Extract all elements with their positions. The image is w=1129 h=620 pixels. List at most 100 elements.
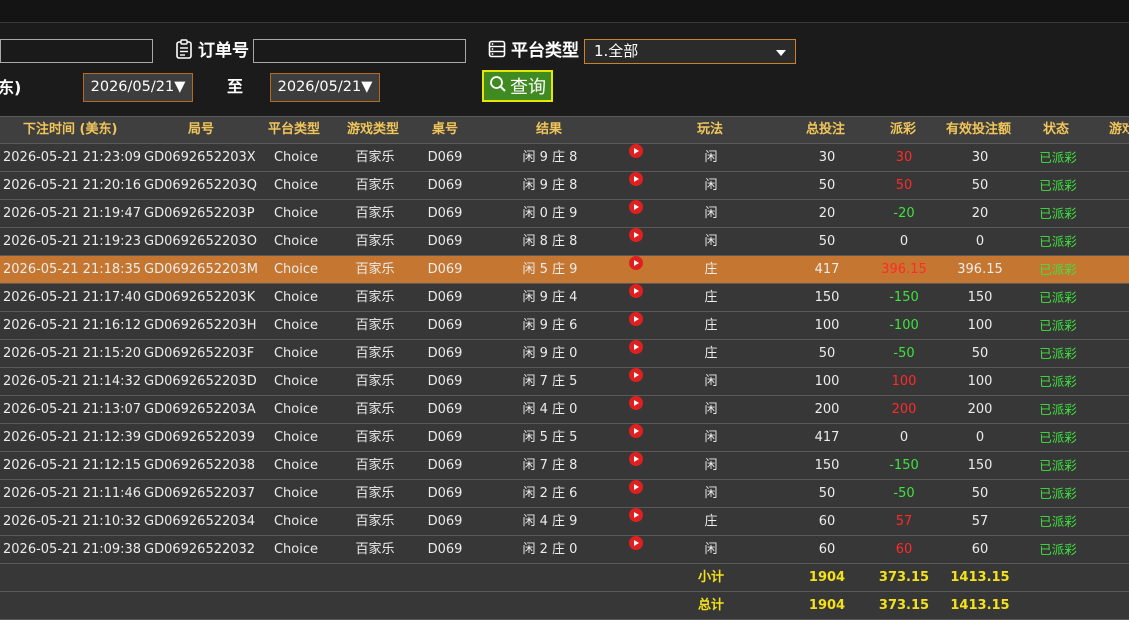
- result-cell: 闲 9 庄 8: [522, 150, 578, 165]
- video-replay-icon[interactable]: [629, 228, 643, 242]
- chevron-down-icon: [776, 50, 786, 56]
- video-replay-icon[interactable]: [629, 424, 643, 438]
- total-bet-cell: 60: [818, 542, 836, 557]
- video-replay-icon[interactable]: [629, 144, 643, 158]
- table-row[interactable]: 2026-05-21 21:14:32 GD0692652203D Choice 百家…: [0, 368, 1129, 396]
- date-from-picker[interactable]: 2026/05/21▼: [83, 73, 193, 102]
- platform-type-value: 1.全部: [594, 42, 639, 60]
- video-replay-icon[interactable]: [629, 284, 643, 298]
- platform-cell: Choice: [273, 346, 319, 361]
- bet-type-cell: 闲: [704, 374, 718, 389]
- table-no-cell: D069: [427, 262, 463, 277]
- total-bet-cell: 50: [818, 234, 836, 249]
- bet-type-cell: 闲: [704, 430, 718, 445]
- date-to-picker[interactable]: 2026/05/21▼: [270, 73, 380, 102]
- table-no-cell: D069: [427, 206, 463, 221]
- valid-bet-cell: 50: [971, 486, 989, 501]
- total-bet-cell: 50: [818, 486, 836, 501]
- bet-time-cell: 2026-05-21 21:14:32: [3, 374, 142, 389]
- table-row[interactable]: 2026-05-21 21:15:20 GD0692652203F Choice 百家…: [0, 340, 1129, 368]
- status-cell: 已派彩: [1039, 542, 1077, 557]
- table-row[interactable]: 2026-05-21 21:17:40 GD0692652203K Choice 百家…: [0, 284, 1129, 312]
- payout-cell: 30: [895, 150, 913, 165]
- round-id-cell: GD0692652203F: [144, 346, 255, 361]
- video-replay-icon[interactable]: [629, 172, 643, 186]
- header-game: 游戏: [1109, 122, 1129, 137]
- game-type-cell: 百家乐: [355, 318, 395, 333]
- table-row[interactable]: 2026-05-21 21:09:38 GD06926522032 Choice 百家…: [0, 536, 1129, 564]
- table-no-cell: D069: [427, 514, 463, 529]
- video-replay-icon[interactable]: [629, 256, 643, 270]
- video-replay-icon[interactable]: [629, 536, 643, 550]
- status-cell: 已派彩: [1039, 318, 1077, 333]
- header-game-type: 游戏类型: [347, 122, 400, 137]
- result-cell: 闲 2 庄 6: [522, 486, 578, 501]
- bet-time-cell: 2026-05-21 21:09:38: [3, 542, 142, 557]
- game-type-cell: 百家乐: [355, 542, 395, 557]
- table-row[interactable]: 2026-05-21 21:19:47 GD0692652203P Choice 百家…: [0, 200, 1129, 228]
- table-row[interactable]: 2026-05-21 21:16:12 GD0692652203H Choice 百家…: [0, 312, 1129, 340]
- valid-bet-cell: 57: [971, 514, 989, 529]
- table-row[interactable]: 2026-05-21 21:10:32 GD06926522034 Choice 百家…: [0, 508, 1129, 536]
- total-bet-cell: 417: [814, 430, 840, 445]
- order-number-label: 订单号: [175, 36, 249, 61]
- bet-time-cell: 2026-05-21 21:15:20: [3, 346, 142, 361]
- order-number-input[interactable]: [253, 39, 466, 63]
- status-cell: 已派彩: [1039, 150, 1077, 165]
- payout-cell: -150: [889, 458, 919, 473]
- total-bet-cell: 60: [818, 514, 836, 529]
- table-row[interactable]: 2026-05-21 21:18:35 GD0692652203M Choice 百家…: [0, 256, 1129, 284]
- player-input[interactable]: [0, 39, 153, 63]
- header-platform: 平台类型: [268, 122, 321, 137]
- bet-records-table: 下注时间 (美东) 局号 平台类型 游戏类型 桌号 结果 玩法 总投注 派彩 有…: [0, 116, 1129, 620]
- result-cell: 闲 2 庄 0: [522, 542, 578, 557]
- round-id-cell: GD06926522038: [144, 458, 256, 473]
- video-replay-icon[interactable]: [629, 396, 643, 410]
- status-cell: 已派彩: [1039, 234, 1077, 249]
- bet-type-cell: 闲: [704, 234, 718, 249]
- status-cell: 已派彩: [1039, 206, 1077, 221]
- table-row[interactable]: 2026-05-21 21:23:09 GD0692652203X Choice 百家…: [0, 144, 1129, 172]
- round-id-cell: GD0692652203M: [144, 262, 259, 277]
- video-replay-icon[interactable]: [629, 340, 643, 354]
- payout-cell: -100: [889, 318, 919, 333]
- total-bet-cell: 150: [814, 290, 840, 305]
- table-no-cell: D069: [427, 458, 463, 473]
- table-row[interactable]: 2026-05-21 21:20:16 GD0692652203Q Choice 百家…: [0, 172, 1129, 200]
- table-no-cell: D069: [427, 430, 463, 445]
- platform-cell: Choice: [273, 290, 319, 305]
- table-row[interactable]: 2026-05-21 21:11:46 GD06926522037 Choice 百家…: [0, 480, 1129, 508]
- table-row[interactable]: 2026-05-21 21:13:07 GD0692652203A Choice 百家…: [0, 396, 1129, 424]
- search-button[interactable]: 查询: [482, 70, 553, 102]
- payout-cell: 50: [895, 178, 913, 193]
- result-cell: 闲 7 庄 8: [522, 458, 578, 473]
- video-replay-icon[interactable]: [629, 200, 643, 214]
- header-status: 状态: [1043, 122, 1070, 137]
- status-cell: 已派彩: [1039, 402, 1077, 417]
- subtotal-row: 小计 1904 373.15 1413.15: [0, 564, 1129, 592]
- platform-type-select[interactable]: 1.全部: [584, 39, 796, 64]
- clipboard-icon: [175, 38, 193, 59]
- platform-cell: Choice: [273, 178, 319, 193]
- result-cell: 闲 9 庄 6: [522, 318, 578, 333]
- video-replay-icon[interactable]: [629, 452, 643, 466]
- table-row[interactable]: 2026-05-21 21:19:23 GD0692652203O Choice 百家…: [0, 228, 1129, 256]
- filter-panel: 订单号 平台类型 1.全部 东) 2026/05/21▼ 至 2026/05/2…: [0, 23, 1129, 116]
- bet-type-cell: 庄: [704, 318, 718, 333]
- table-row[interactable]: 2026-05-21 21:12:15 GD06926522038 Choice 百家…: [0, 452, 1129, 480]
- video-replay-icon[interactable]: [629, 480, 643, 494]
- valid-bet-cell: 50: [971, 178, 989, 193]
- valid-bet-cell: 150: [967, 458, 993, 473]
- table-no-cell: D069: [427, 150, 463, 165]
- payout-cell: 200: [891, 402, 917, 417]
- video-replay-icon[interactable]: [629, 368, 643, 382]
- status-cell: 已派彩: [1039, 514, 1077, 529]
- payout-cell: 100: [891, 374, 917, 389]
- table-no-cell: D069: [427, 374, 463, 389]
- table-row[interactable]: 2026-05-21 21:12:39 GD06926522039 Choice 百家…: [0, 424, 1129, 452]
- platform-cell: Choice: [273, 430, 319, 445]
- video-replay-icon[interactable]: [629, 312, 643, 326]
- round-id-cell: GD06926522034: [144, 514, 256, 529]
- video-replay-icon[interactable]: [629, 508, 643, 522]
- table-no-cell: D069: [427, 290, 463, 305]
